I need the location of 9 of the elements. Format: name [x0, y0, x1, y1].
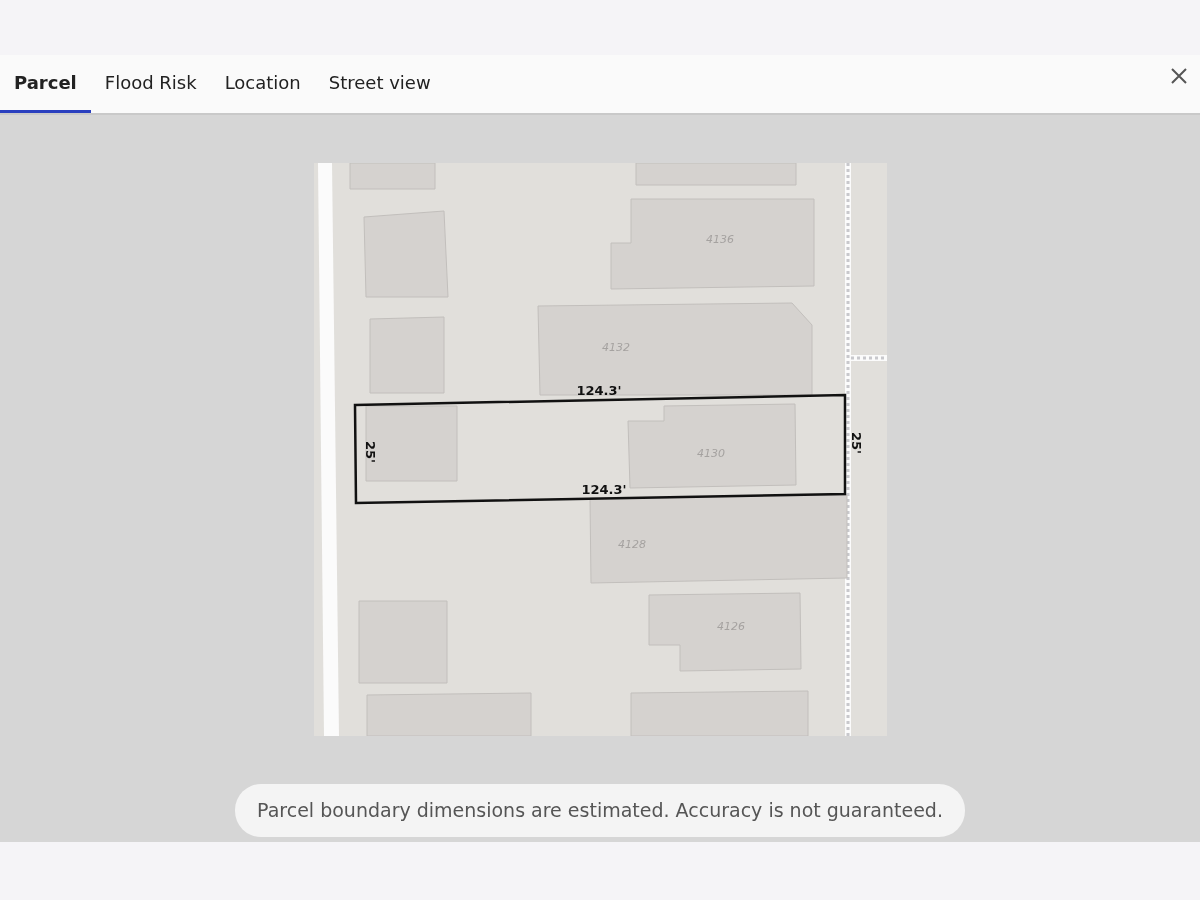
dimension-label: 25': [848, 431, 864, 455]
tab[interactable]: Flood Risk: [90, 55, 211, 113]
dimension-label: 25': [362, 440, 378, 464]
tab[interactable]: Street view: [314, 55, 445, 113]
dimension-label: 124.3': [575, 383, 622, 398]
dimension-label: 124.3': [580, 482, 627, 497]
close-icon: [1170, 66, 1188, 85]
disclaimer-text: Parcel boundary dimensions are estimated. Accuracy is not guaranteed.: [235, 784, 965, 837]
tab[interactable]: Location: [210, 55, 315, 113]
